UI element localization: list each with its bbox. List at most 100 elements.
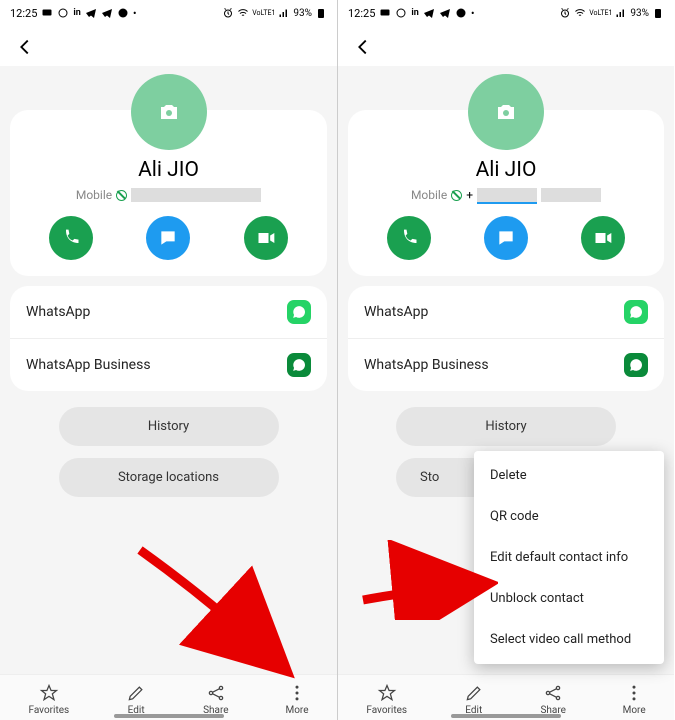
- lte-icon: VoLTE1: [589, 9, 612, 17]
- telegram-icon: [423, 7, 435, 19]
- app-label: WhatsApp: [26, 304, 90, 320]
- storage-truncated-label: Sto: [420, 470, 439, 485]
- header-row: [0, 26, 337, 66]
- whatsapp-item[interactable]: WhatsApp: [348, 286, 664, 338]
- more-notif-icon: •: [133, 7, 137, 20]
- more-notif-icon: •: [471, 7, 475, 20]
- nav-label: Favorites: [366, 705, 407, 716]
- edit-button[interactable]: Edit: [126, 683, 146, 716]
- whatsapp-business-item[interactable]: WhatsApp Business: [348, 338, 664, 391]
- phone-number-redacted: [131, 188, 261, 202]
- wifi-icon: [237, 7, 249, 19]
- pencil-icon: [126, 683, 146, 703]
- phone-plus: +: [466, 188, 473, 202]
- share-icon: [206, 683, 226, 703]
- telegram-icon: [85, 7, 97, 19]
- app-label: WhatsApp Business: [26, 357, 151, 373]
- blocked-icon: [451, 190, 462, 201]
- battery-percent: 93%: [293, 8, 312, 19]
- call-button[interactable]: [387, 216, 431, 260]
- fb-icon: [455, 7, 467, 19]
- phone-type: Mobile: [76, 188, 112, 202]
- back-icon[interactable]: [14, 36, 36, 58]
- share-button[interactable]: Share: [203, 683, 228, 716]
- menu-edit-default[interactable]: Edit default contact info: [474, 537, 664, 578]
- status-time: 12:25: [348, 7, 375, 20]
- camera-icon: [157, 100, 181, 124]
- more-icon: [624, 683, 644, 703]
- history-button[interactable]: History: [59, 407, 279, 446]
- favorites-button[interactable]: Favorites: [28, 683, 69, 716]
- blocked-icon: [116, 190, 127, 201]
- signal-icon: [615, 7, 627, 19]
- activity-icon: [395, 7, 407, 19]
- phone-number-redacted: [477, 188, 537, 202]
- battery-percent: 93%: [630, 8, 649, 19]
- message-button[interactable]: [484, 216, 528, 260]
- nav-label: More: [285, 705, 308, 716]
- phone-screen-right: 12:25 in • VoLTE1 93% Ali JIO: [337, 0, 674, 720]
- star-icon: [39, 683, 59, 703]
- more-icon: [287, 683, 307, 703]
- menu-unblock-contact[interactable]: Unblock contact: [474, 578, 664, 619]
- phone-number-redacted-2: [541, 188, 601, 202]
- whatsapp-icon: [624, 300, 648, 324]
- back-icon[interactable]: [352, 36, 374, 58]
- alarm-icon: [222, 7, 234, 19]
- share-button[interactable]: Share: [540, 683, 565, 716]
- chat-icon: [496, 228, 516, 248]
- whatsapp-business-item[interactable]: WhatsApp Business: [10, 338, 327, 391]
- telegram-icon-2: [439, 7, 451, 19]
- camera-icon: [494, 100, 518, 124]
- phone-row: Mobile: [22, 188, 315, 202]
- message-button[interactable]: [146, 216, 190, 260]
- chat-icon: [158, 228, 178, 248]
- header-row: [338, 26, 674, 66]
- msg-icon: [41, 7, 53, 19]
- battery-icon: [652, 7, 664, 19]
- tutorial-arrow: [130, 540, 310, 690]
- video-button[interactable]: [244, 216, 288, 260]
- nav-label: Favorites: [28, 705, 69, 716]
- app-label: WhatsApp: [364, 304, 428, 320]
- lte-icon: VoLTE1: [252, 9, 275, 17]
- battery-icon: [315, 7, 327, 19]
- linked-apps-list: WhatsApp WhatsApp Business: [348, 286, 664, 391]
- video-icon: [256, 228, 276, 248]
- im-icon: in: [411, 8, 418, 18]
- phone-icon: [399, 228, 419, 248]
- whatsapp-icon: [287, 300, 311, 324]
- fb-icon: [117, 7, 129, 19]
- storage-button[interactable]: Storage locations: [59, 458, 279, 497]
- star-icon: [377, 683, 397, 703]
- history-button[interactable]: History: [396, 407, 616, 446]
- contact-name: Ali JIO: [360, 158, 652, 182]
- whatsapp-item[interactable]: WhatsApp: [10, 286, 327, 338]
- nav-label: More: [623, 705, 646, 716]
- telegram-icon-2: [101, 7, 113, 19]
- phone-screen-left: 12:25 in • VoLTE1 93% Ali JIO: [0, 0, 337, 720]
- menu-video-call-method[interactable]: Select video call method: [474, 619, 664, 660]
- nav-handle[interactable]: [114, 714, 224, 718]
- favorites-button[interactable]: Favorites: [366, 683, 407, 716]
- msg-icon: [379, 7, 391, 19]
- whatsapp-business-icon: [287, 353, 311, 377]
- im-icon: in: [73, 8, 80, 18]
- video-icon: [593, 228, 613, 248]
- menu-delete[interactable]: Delete: [474, 455, 664, 496]
- video-button[interactable]: [581, 216, 625, 260]
- linked-apps-list: WhatsApp WhatsApp Business: [10, 286, 327, 391]
- call-button[interactable]: [49, 216, 93, 260]
- menu-qr-code[interactable]: QR code: [474, 496, 664, 537]
- signal-icon: [278, 7, 290, 19]
- app-label: WhatsApp Business: [364, 357, 489, 373]
- nav-handle[interactable]: [451, 714, 561, 718]
- more-button[interactable]: More: [623, 683, 646, 716]
- status-bar: 12:25 in • VoLTE1 93%: [338, 0, 674, 26]
- avatar[interactable]: [131, 74, 207, 150]
- edit-button[interactable]: Edit: [464, 683, 484, 716]
- avatar[interactable]: [468, 74, 544, 150]
- share-icon: [543, 683, 563, 703]
- more-button[interactable]: More: [285, 683, 308, 716]
- more-menu-popup: Delete QR code Edit default contact info…: [474, 451, 664, 664]
